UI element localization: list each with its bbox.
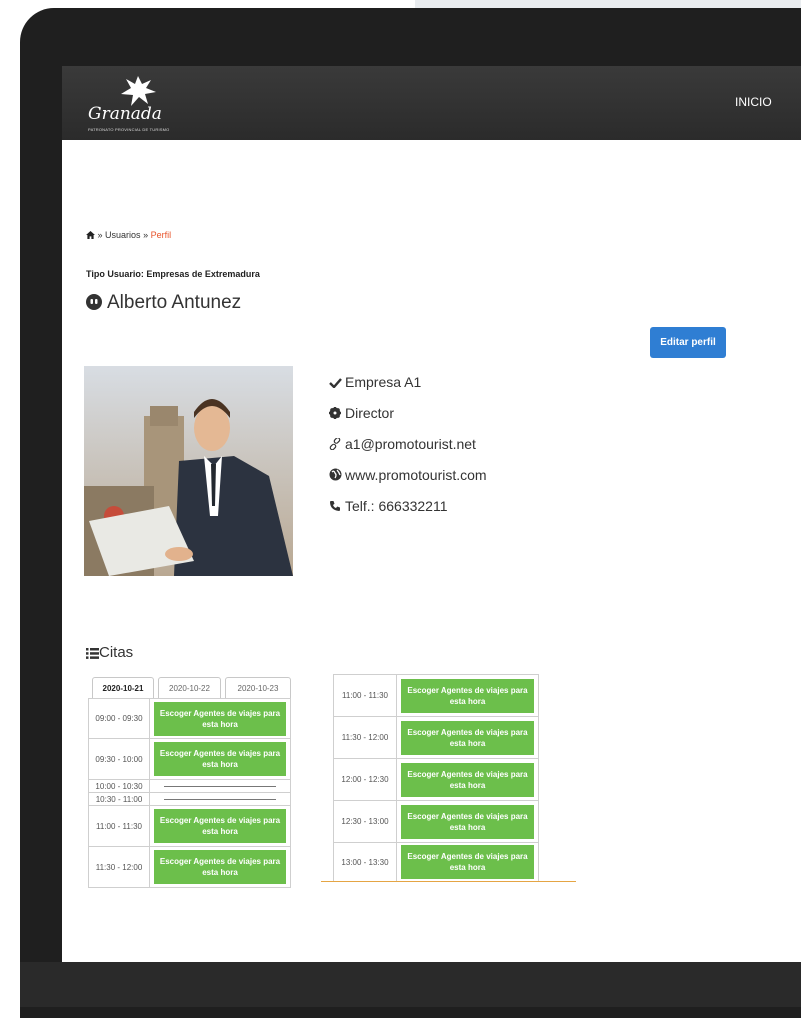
globe-icon	[329, 466, 345, 486]
table-row: 09:00 - 09:30 Escoger Agentes de viajes …	[88, 698, 291, 739]
choose-agents-button[interactable]: Escoger Agentes de viajes para esta hora	[154, 742, 286, 776]
info-website: www.promotourist.com	[329, 465, 487, 496]
slot-time: 10:30 - 11:00	[88, 792, 150, 806]
laptop-bezel-bottom	[20, 962, 801, 1007]
breadcrumb-current: Perfil	[150, 230, 172, 240]
slot-action-cell: Escoger Agentes de viajes para esta hora	[149, 846, 291, 888]
tab-date-1[interactable]: 2020-10-21	[92, 677, 154, 699]
info-company: Empresa A1	[329, 372, 487, 403]
divider-line	[321, 881, 576, 882]
info-role: Director	[329, 403, 487, 434]
slot-time: 10:00 - 10:30	[88, 779, 150, 793]
slot-time: 11:00 - 11:30	[333, 674, 397, 717]
slot-time: 11:00 - 11:30	[88, 805, 150, 847]
date-tabs: 2020-10-21 2020-10-22 2020-10-23	[88, 675, 291, 699]
slot-time: 09:00 - 09:30	[88, 698, 150, 739]
slot-unavailable	[149, 792, 291, 806]
info-website-text[interactable]: www.promotourist.com	[345, 467, 487, 483]
info-role-text: Director	[345, 405, 395, 421]
breadcrumb-separator: »	[143, 230, 149, 240]
table-row: 13:00 - 13:30 Escoger Agentes de viajes …	[333, 842, 539, 882]
slot-action-cell: Escoger Agentes de viajes para esta hora	[149, 698, 291, 739]
table-row: 11:30 - 12:00 Escoger Agentes de viajes …	[333, 716, 539, 759]
link-icon	[329, 435, 345, 455]
list-icon	[86, 648, 99, 659]
logo-tagline: PATRONATO PROVINCIAL DE TURISMO	[88, 127, 170, 132]
choose-agents-button[interactable]: Escoger Agentes de viajes para esta hora	[401, 762, 534, 797]
user-circle-icon	[86, 294, 102, 310]
info-email: a1@promotourist.net	[329, 434, 487, 465]
top-navbar: Granada PATRONATO PROVINCIAL DE TURISMO …	[62, 66, 801, 140]
breadcrumb: » Usuarios » Perfil	[86, 230, 171, 240]
slot-time: 11:30 - 12:00	[88, 846, 150, 888]
gear-icon	[329, 404, 345, 424]
citas-heading: Citas	[86, 644, 133, 661]
slot-time: 09:30 - 10:00	[88, 738, 150, 780]
table-row: 11:30 - 12:00 Escoger Agentes de viajes …	[88, 846, 291, 888]
choose-agents-button[interactable]: Escoger Agentes de viajes para esta hora	[401, 678, 534, 713]
info-email-text[interactable]: a1@promotourist.net	[345, 436, 476, 452]
logo-wordmark: Granada	[88, 104, 162, 124]
slot-action-cell: Escoger Agentes de viajes para esta hora	[396, 758, 539, 801]
table-row: 10:00 - 10:30	[88, 779, 291, 793]
slot-action-cell: Escoger Agentes de viajes para esta hora	[396, 674, 539, 717]
slot-action-cell: Escoger Agentes de viajes para esta hora	[396, 800, 539, 843]
profile-name: Alberto Antunez	[107, 292, 242, 313]
profile-photo	[84, 366, 293, 576]
slot-time: 11:30 - 12:00	[333, 716, 397, 759]
granada-logo[interactable]: Granada PATRONATO PROVINCIAL DE TURISMO	[84, 74, 194, 134]
breadcrumb-usuarios[interactable]: Usuarios	[105, 230, 141, 240]
choose-agents-button[interactable]: Escoger Agentes de viajes para esta hora	[154, 809, 286, 843]
choose-agents-button[interactable]: Escoger Agentes de viajes para esta hora	[401, 720, 534, 755]
slot-time: 13:00 - 13:30	[333, 842, 397, 882]
edit-profile-button[interactable]: Editar perfil	[650, 327, 726, 358]
logo-mark-icon	[121, 76, 156, 106]
laptop-screen: Granada PATRONATO PROVINCIAL DE TURISMO …	[62, 66, 801, 962]
citas-title: Citas	[99, 644, 134, 661]
info-phone-text: Telf.: 666332211	[345, 498, 448, 514]
home-icon[interactable]	[86, 231, 95, 239]
slot-action-cell: Escoger Agentes de viajes para esta hora	[396, 842, 539, 882]
info-phone: Telf.: 666332211	[329, 496, 487, 527]
check-icon	[329, 373, 345, 393]
choose-agents-button[interactable]: Escoger Agentes de viajes para esta hora	[401, 804, 534, 839]
slot-time: 12:00 - 12:30	[333, 758, 397, 801]
slot-action-cell: Escoger Agentes de viajes para esta hora	[149, 738, 291, 780]
info-company-text: Empresa A1	[345, 374, 422, 390]
choose-agents-button[interactable]: Escoger Agentes de viajes para esta hora	[401, 845, 534, 879]
table-row: 11:00 - 11:30 Escoger Agentes de viajes …	[88, 805, 291, 847]
slot-unavailable	[149, 779, 291, 793]
tab-date-2[interactable]: 2020-10-22	[158, 677, 221, 699]
slots-table-left: 09:00 - 09:30 Escoger Agentes de viajes …	[88, 698, 291, 888]
table-row: 11:00 - 11:30 Escoger Agentes de viajes …	[333, 674, 539, 717]
phone-icon	[329, 497, 345, 517]
table-row: 12:00 - 12:30 Escoger Agentes de viajes …	[333, 758, 539, 801]
slots-table-right: 11:00 - 11:30 Escoger Agentes de viajes …	[333, 674, 539, 882]
nav-link-inicio[interactable]: INICIO	[735, 95, 772, 109]
user-type-label: Tipo Usuario: Empresas de Extremadura	[86, 269, 260, 279]
slot-action-cell: Escoger Agentes de viajes para esta hora	[149, 805, 291, 847]
breadcrumb-separator: »	[97, 230, 103, 240]
profile-name-row: Alberto Antunez	[86, 292, 241, 314]
choose-agents-button[interactable]: Escoger Agentes de viajes para esta hora	[154, 850, 286, 884]
table-row: 10:30 - 11:00	[88, 792, 291, 806]
table-row: 09:30 - 10:00 Escoger Agentes de viajes …	[88, 738, 291, 780]
choose-agents-button[interactable]: Escoger Agentes de viajes para esta hora	[154, 701, 286, 736]
profile-info-list: Empresa A1 Director a1@promotourist.net …	[329, 372, 487, 527]
tab-date-3[interactable]: 2020-10-23	[225, 677, 291, 699]
table-row: 12:30 - 13:00 Escoger Agentes de viajes …	[333, 800, 539, 843]
slot-time: 12:30 - 13:00	[333, 800, 397, 843]
slot-action-cell: Escoger Agentes de viajes para esta hora	[396, 716, 539, 759]
